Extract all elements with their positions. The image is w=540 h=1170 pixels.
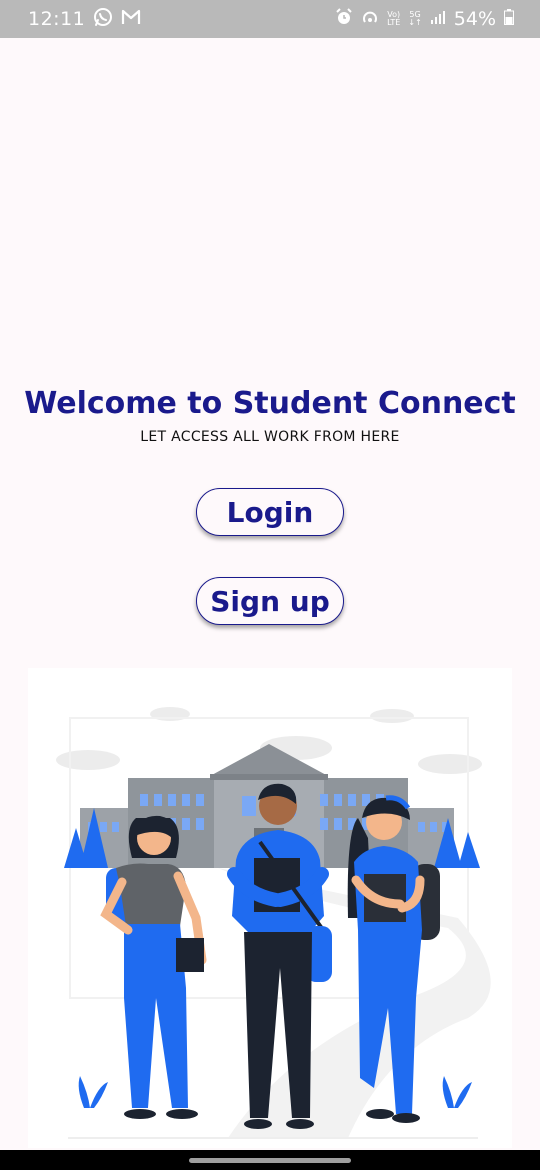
alarm-icon <box>335 8 353 30</box>
welcome-subtitle: LET ACCESS ALL WORK FROM HERE <box>140 429 400 445</box>
status-bar: 12:11 Vo) LTE 5G ↓↑ 54% <box>0 0 540 38</box>
students-illustration <box>28 668 512 1148</box>
students-illustration-svg <box>56 707 491 1139</box>
network-label-bottom: ↓↑ <box>408 18 422 27</box>
battery-icon <box>504 9 514 29</box>
login-button[interactable]: Login <box>196 488 344 536</box>
5g-icon: 5G ↓↑ <box>408 11 421 27</box>
system-nav-bar <box>0 1150 540 1170</box>
home-indicator[interactable] <box>189 1158 351 1163</box>
welcome-title: Welcome to Student Connect <box>24 386 516 421</box>
signal-icon <box>430 9 446 29</box>
battery-percent: 54% <box>453 8 496 30</box>
status-time: 12:11 <box>28 8 86 30</box>
login-button-label: Login <box>226 495 314 529</box>
signup-button-label: Sign up <box>210 584 330 618</box>
signup-button[interactable]: Sign up <box>196 577 344 625</box>
status-bar-right: Vo) LTE 5G ↓↑ 54% <box>335 8 514 30</box>
volte-label-bottom: LTE <box>387 18 401 27</box>
volte-icon: Vo) LTE <box>387 11 400 27</box>
whatsapp-icon <box>93 7 113 31</box>
gmail-icon <box>121 8 141 30</box>
hotspot-icon <box>361 8 379 30</box>
status-bar-left: 12:11 <box>28 7 141 31</box>
